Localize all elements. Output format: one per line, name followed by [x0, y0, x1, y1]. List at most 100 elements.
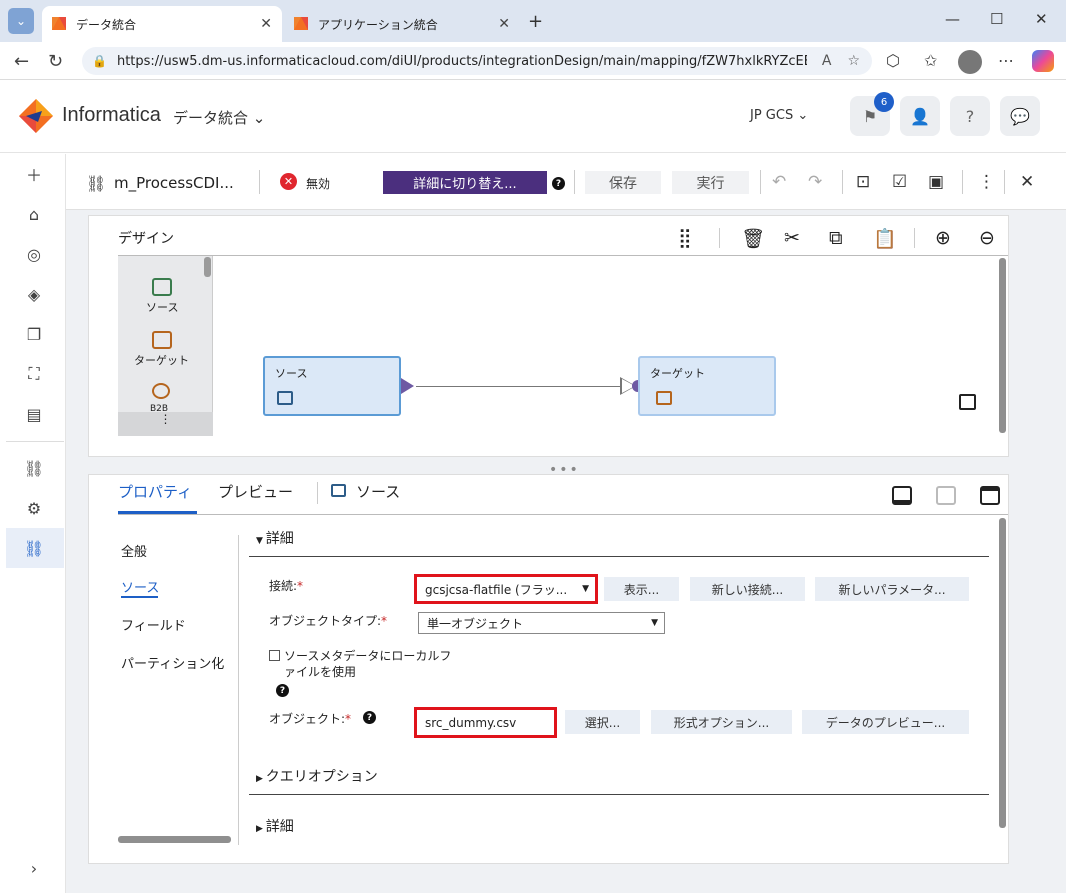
favorite-star-icon[interactable]: ☆	[847, 53, 860, 69]
query-options-label: クエリオプション	[265, 769, 378, 785]
formatting-options-button[interactable]: 形式オプション...	[651, 710, 792, 734]
close-tab-icon[interactable]: ✕	[498, 16, 510, 32]
browser-tab-data-integration[interactable]: データ統合 ✕	[42, 6, 282, 42]
use-local-file-checkbox[interactable]	[269, 650, 280, 661]
zoom-out-icon[interactable]: ⊖	[979, 227, 995, 249]
new-parameter-button[interactable]: 新しいパラメータ...	[815, 577, 969, 601]
target-transformation-icon[interactable]	[152, 331, 172, 349]
toolbar-separator	[574, 170, 575, 194]
cut-scissors-icon[interactable]: ✂	[784, 227, 800, 249]
redo-icon[interactable]: ↷	[808, 172, 822, 192]
select-object-button[interactable]: 選択...	[565, 710, 640, 734]
mapping-designer-icon[interactable]: ⛓	[22, 536, 46, 560]
toolbox-settings-icon[interactable]: ⚙	[22, 496, 46, 520]
save-button[interactable]: 保存	[585, 171, 661, 194]
chat-button[interactable]: 💬	[1000, 96, 1040, 136]
b2b-transformation-icon[interactable]	[152, 383, 170, 399]
nav-source[interactable]: ソース	[121, 577, 159, 596]
nav-fields[interactable]: フィールド	[121, 615, 186, 634]
help-icon[interactable]: ?	[363, 711, 376, 724]
home-icon[interactable]: ⌂	[22, 202, 46, 226]
copilot-icon[interactable]	[1032, 50, 1054, 72]
source-output-port-icon[interactable]	[401, 378, 414, 394]
help-icon[interactable]: ?	[552, 177, 565, 190]
properties-scrollbar[interactable]	[999, 518, 1006, 828]
details-section-label: 詳細	[265, 531, 294, 547]
object-type-select[interactable]: 単一オブジェクト ▼	[418, 612, 665, 634]
dock-bottom-icon[interactable]	[892, 486, 912, 505]
split-view-icon[interactable]	[936, 486, 956, 505]
more-options-icon[interactable]: ⋯	[998, 51, 1014, 70]
arrange-grid-icon[interactable]: ⣿	[678, 227, 692, 249]
help-button[interactable]: ?	[950, 96, 990, 136]
invalid-status-icon: ✕	[280, 173, 297, 190]
profile-avatar[interactable]	[958, 50, 982, 74]
advanced-section-header[interactable]: ▶ 詳細	[256, 816, 294, 836]
palette-item-b2b[interactable]: B2B	[150, 404, 168, 412]
view-connection-button[interactable]: 表示...	[604, 577, 679, 601]
close-mapping-icon[interactable]: ✕	[1020, 172, 1034, 192]
canvas-scrollbar[interactable]	[999, 258, 1006, 433]
window-close-icon[interactable]: ✕	[1035, 10, 1048, 28]
data-preview-button[interactable]: データのプレビュー...	[802, 710, 969, 734]
target-node[interactable]: ターゲット	[638, 356, 776, 416]
palette-more-icon[interactable]: ⋮	[118, 412, 213, 436]
url-input[interactable]: 🔒 https://usw5.dm-us.informaticacloud.co…	[82, 47, 872, 75]
tab-actions-chevron-icon[interactable]: ⌄	[8, 8, 34, 34]
details-section-header[interactable]: ▼ 詳細	[256, 528, 294, 548]
minimize-icon[interactable]: —	[945, 10, 960, 28]
favorites-list-icon[interactable]: ✩	[924, 51, 937, 70]
layers-icon[interactable]: ◈	[22, 282, 46, 306]
new-tab-icon[interactable]: +	[528, 11, 543, 32]
object-input[interactable]: src_dummy.csv	[414, 707, 557, 738]
switch-to-advanced-button[interactable]: 詳細に切り替え...	[383, 171, 547, 194]
palette-scrollbar[interactable]	[204, 257, 211, 277]
help-icon[interactable]: ?	[276, 684, 289, 697]
tab-preview[interactable]: プレビュー	[218, 481, 293, 502]
read-aloud-icon[interactable]: A	[822, 53, 832, 69]
properties-panel-icon[interactable]: ▣	[928, 172, 944, 192]
palette-item-source[interactable]: ソース	[146, 299, 178, 315]
explore-compass-icon[interactable]: ◎	[22, 242, 46, 266]
mapping-name[interactable]: m_ProcessCDI...	[114, 174, 234, 192]
parameters-icon[interactable]: ⊡	[856, 172, 870, 192]
more-actions-icon[interactable]: ⋮	[978, 172, 995, 192]
bundles-icon[interactable]: ❐	[22, 322, 46, 346]
caret-right-icon: ▶	[256, 774, 266, 784]
maximize-panel-icon[interactable]	[980, 486, 1000, 505]
close-tab-icon[interactable]: ✕	[260, 16, 272, 32]
delete-trash-icon[interactable]: 🗑	[741, 227, 765, 250]
fit-to-window-icon[interactable]	[959, 394, 976, 410]
nav-horizontal-scrollbar[interactable]	[118, 836, 231, 843]
nav-partitioning[interactable]: パーティション化	[121, 653, 224, 672]
nav-general[interactable]: 全般	[121, 541, 147, 560]
back-arrow-icon[interactable]: ←	[14, 51, 29, 72]
org-switcher[interactable]: JP GCS ⌄	[750, 108, 808, 123]
paste-clipboard-icon[interactable]: 📋	[873, 227, 897, 250]
query-options-section-header[interactable]: ▶ クエリオプション	[256, 766, 378, 786]
copy-icon[interactable]: ⧉	[829, 227, 843, 249]
validate-check-icon[interactable]: ☑	[892, 172, 907, 192]
extensions-icon[interactable]: ⬡	[886, 51, 900, 70]
source-node[interactable]: ソース	[263, 356, 401, 416]
run-button[interactable]: 実行	[672, 171, 749, 194]
query-section-divider	[249, 794, 989, 795]
product-switcher[interactable]: データ統合 ⌄	[173, 107, 265, 128]
zoom-in-icon[interactable]: ⊕	[935, 227, 951, 249]
connection-select[interactable]: gcsjcsa-flatfile (フラッ... ▼	[414, 574, 598, 604]
tab-properties[interactable]: プロパティ	[118, 481, 192, 502]
new-connection-button[interactable]: 新しい接続...	[690, 577, 805, 601]
mapping-icon[interactable]: ⛓	[22, 456, 46, 480]
monitor-icon[interactable]: ⛶	[22, 362, 46, 386]
undo-icon[interactable]: ↶	[772, 172, 786, 192]
expand-rail-chevron-icon[interactable]: ›	[22, 856, 46, 880]
user-profile-button[interactable]: 👤	[900, 96, 940, 136]
link-connector[interactable]	[416, 386, 622, 387]
maximize-icon[interactable]: ☐	[990, 10, 1003, 28]
palette-item-target[interactable]: ターゲット	[134, 352, 189, 368]
refresh-icon[interactable]: ↻	[48, 51, 63, 72]
source-transformation-icon[interactable]	[152, 278, 172, 296]
new-asset-plus-icon[interactable]: ＋	[22, 162, 46, 186]
administrator-icon[interactable]: ▤	[22, 402, 46, 426]
browser-tab-application-integration[interactable]: アプリケーション統合 ✕	[284, 6, 520, 42]
